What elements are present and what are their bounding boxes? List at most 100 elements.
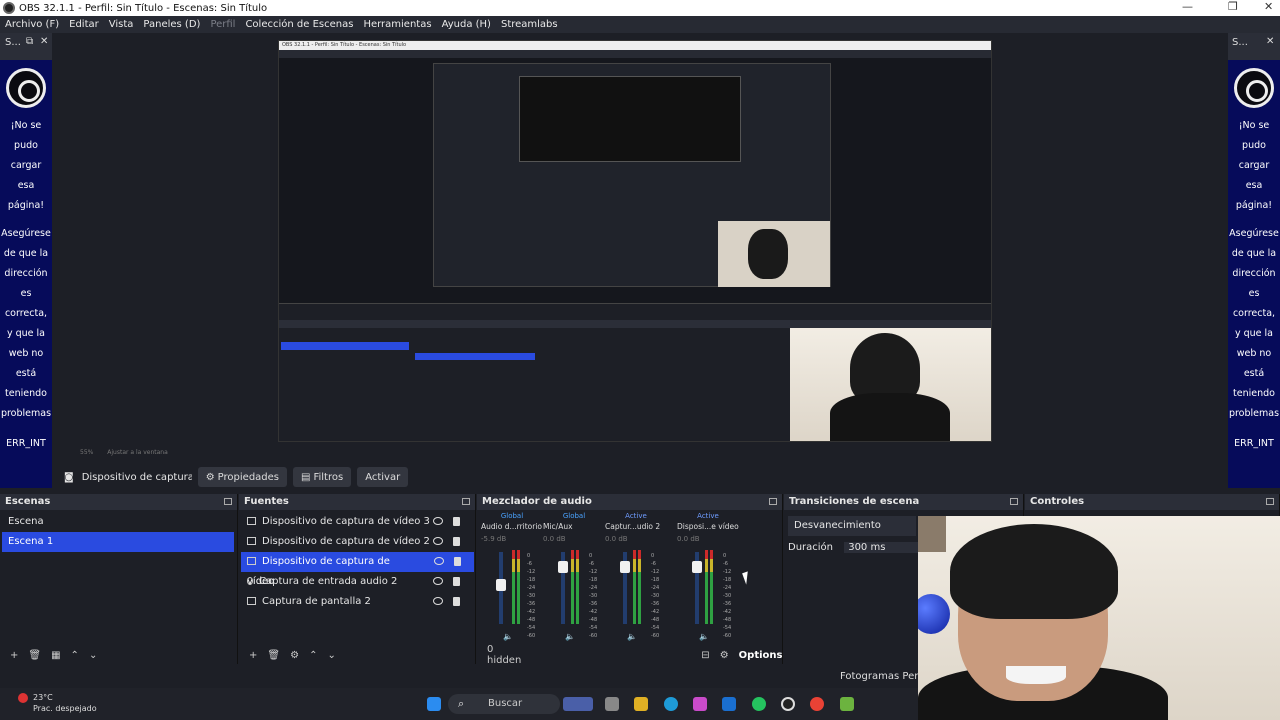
eye-icon[interactable] [433,537,443,545]
error-line: correcta, [1232,308,1276,319]
trash-icon[interactable]: 🗑 [28,650,41,661]
layout-icon[interactable]: ⊟ [701,650,709,661]
add-icon[interactable]: + [10,650,18,661]
channel-db: 0.0 dB [543,535,566,543]
hidden-count[interactable]: 0 hidden [487,644,521,666]
speaker-icon[interactable]: 🔈 [565,632,575,641]
activate-button[interactable]: Activar [357,467,409,487]
lock-icon[interactable] [453,537,460,546]
menu-editar[interactable]: Editar [69,19,99,30]
menu-streamlabs[interactable]: Streamlabs [501,19,558,30]
task-view-icon[interactable] [605,697,619,711]
weather-icon [18,693,28,703]
move-down-icon[interactable]: ⌄ [327,650,335,661]
maximize-icon[interactable]: ❐ [1228,0,1238,13]
volume-knob[interactable] [692,561,702,573]
error-line: de que la [1231,248,1277,259]
menu-ayuda[interactable]: Ayuda (H) [442,19,491,30]
transition-select[interactable]: Desvanecimiento [788,516,916,536]
chrome-icon[interactable] [810,697,824,711]
dock-float-icon[interactable] [1010,498,1018,505]
left-dock-title: S... [5,37,21,48]
error-line: problemas [0,408,52,419]
add-icon[interactable]: + [249,650,257,661]
channel-name[interactable]: Disposi...e vídeo [677,522,739,531]
close-dock-icon[interactable]: ✕ [1266,36,1274,47]
duration-input[interactable]: 300 ms [844,542,925,553]
trash-icon[interactable]: 🗑 [267,650,280,661]
float-icon[interactable]: ⧉ [26,36,33,47]
eye-icon[interactable] [433,597,443,605]
options-button[interactable]: Options [739,650,783,661]
scene-item[interactable]: Escena [2,512,235,532]
speaker-icon[interactable]: 🔈 [699,632,709,641]
widget-icon[interactable] [563,697,593,711]
gear-icon[interactable]: ⚙ [290,650,299,661]
app-icon[interactable] [840,697,854,711]
error-line: es [1248,288,1260,299]
dock-float-icon[interactable] [769,498,777,505]
source-item[interactable]: Captura de entrada audio 2 [241,572,473,592]
speaker-icon[interactable]: 🔈 [627,632,637,641]
menu-perfil[interactable]: Perfil [210,19,235,30]
menu-coleccion[interactable]: Colección de Escenas [245,19,353,30]
menu-vista[interactable]: Vista [109,19,134,30]
move-down-icon[interactable]: ⌄ [89,650,97,661]
channel-name[interactable]: Audio d...rritorio [481,522,543,531]
channel-name[interactable]: Captur...udio 2 [605,522,667,531]
edge-icon[interactable] [664,697,678,711]
file-explorer-icon[interactable] [634,697,648,711]
speaker-icon[interactable]: 🔈 [503,632,513,641]
obs-taskbar-icon[interactable] [781,697,795,711]
scene-item-selected[interactable]: Escena 1 [2,532,234,552]
zoom-value[interactable]: 55% [80,449,93,456]
eye-icon[interactable] [434,557,444,565]
channel-db: -5.9 dB [481,535,507,543]
eye-icon[interactable] [433,517,443,525]
source-item[interactable]: Dispositivo de captura de vídeo 2 [241,532,473,552]
menu-herramientas[interactable]: Herramientas [363,19,431,30]
minimize-icon[interactable]: — [1182,0,1193,13]
close-icon[interactable]: ✕ [1264,0,1273,13]
properties-button[interactable]: ⚙ Propiedades [197,467,287,487]
source-item[interactable]: Captura de pantalla 2 [241,592,473,612]
program-preview[interactable]: OBS 32.1.1 - Perfil: Sin Título - Escena… [278,40,992,442]
channel-db: 0.0 dB [677,535,700,543]
eye-icon[interactable] [433,577,443,585]
menu-paneles[interactable]: Paneles (D) [143,19,200,30]
close-dock-icon[interactable]: ✕ [40,36,48,47]
source-item-selected[interactable]: Dispositivo de captura de vídeo [241,552,393,587]
volume-knob[interactable] [620,561,630,573]
dock-float-icon[interactable] [224,498,232,505]
copilot-icon[interactable] [693,697,707,711]
filter-icon[interactable]: ▦ [51,650,60,661]
source-item[interactable]: Dispositivo de captura de vídeo 3 [241,512,473,532]
settings-icon[interactable]: ⚙ [720,650,729,661]
move-up-icon[interactable]: ⌃ [71,650,79,661]
lock-icon[interactable] [453,577,460,586]
level-meter [517,550,520,624]
channel-name[interactable]: Mic/Aux [543,522,605,531]
dock-float-icon[interactable] [462,498,470,505]
wall-picture [918,516,946,552]
error-line: web no [1236,348,1272,359]
taskbar-search[interactable]: Buscar [448,694,560,714]
filters-button[interactable]: ▤ Filtros [293,467,352,487]
filters-label: Filtros [313,471,344,483]
whatsapp-icon[interactable] [752,697,766,711]
windows-start-icon[interactable] [427,697,441,711]
volume-knob[interactable] [558,561,568,573]
lock-icon[interactable] [453,597,460,606]
lock-icon[interactable] [453,517,460,526]
window-title: OBS 32.1.1 - Perfil: Sin Título - Escena… [19,2,268,14]
store-icon[interactable] [722,697,736,711]
menu-archivo[interactable]: Archivo (F) [5,19,59,30]
error-line: cargar [1238,160,1270,171]
weather-widget[interactable]: 23°C Prac. despejado [33,692,97,714]
lock-icon[interactable] [454,557,461,566]
fit-window-label[interactable]: Ajustar a la ventana [107,449,168,456]
move-up-icon[interactable]: ⌃ [309,650,317,661]
dock-float-icon[interactable] [1266,498,1274,505]
camera-icon [247,517,256,525]
volume-knob[interactable] [496,579,506,591]
